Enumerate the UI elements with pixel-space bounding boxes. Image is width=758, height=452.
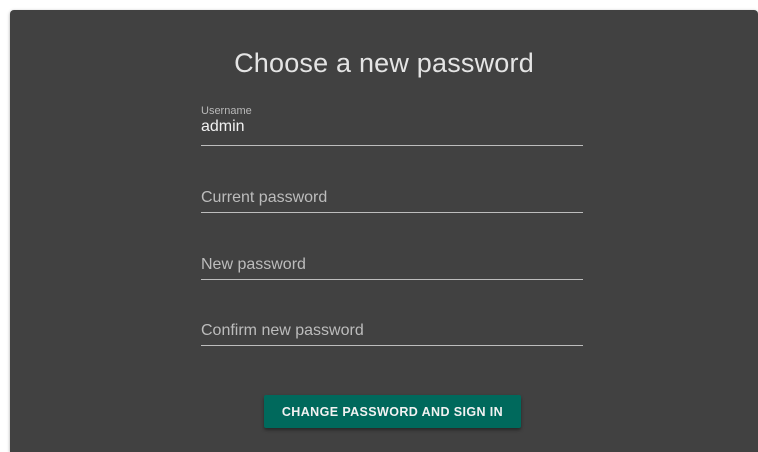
new-password-input[interactable] bbox=[201, 239, 587, 281]
username-input[interactable] bbox=[201, 105, 587, 147]
change-password-sign-in-button[interactable]: CHANGE PASSWORD AND SIGN IN bbox=[264, 395, 521, 428]
current-password-field[interactable]: Current password bbox=[201, 172, 587, 214]
username-field[interactable]: Username admin bbox=[201, 105, 587, 147]
page-title: Choose a new password bbox=[234, 48, 534, 78]
confirm-password-field[interactable]: Confirm new password bbox=[201, 305, 587, 347]
confirm-password-input[interactable] bbox=[201, 305, 587, 347]
new-password-field[interactable]: New password bbox=[201, 239, 587, 281]
password-change-card: Choose a new password Username admin Cur… bbox=[10, 10, 758, 452]
current-password-input[interactable] bbox=[201, 172, 587, 214]
